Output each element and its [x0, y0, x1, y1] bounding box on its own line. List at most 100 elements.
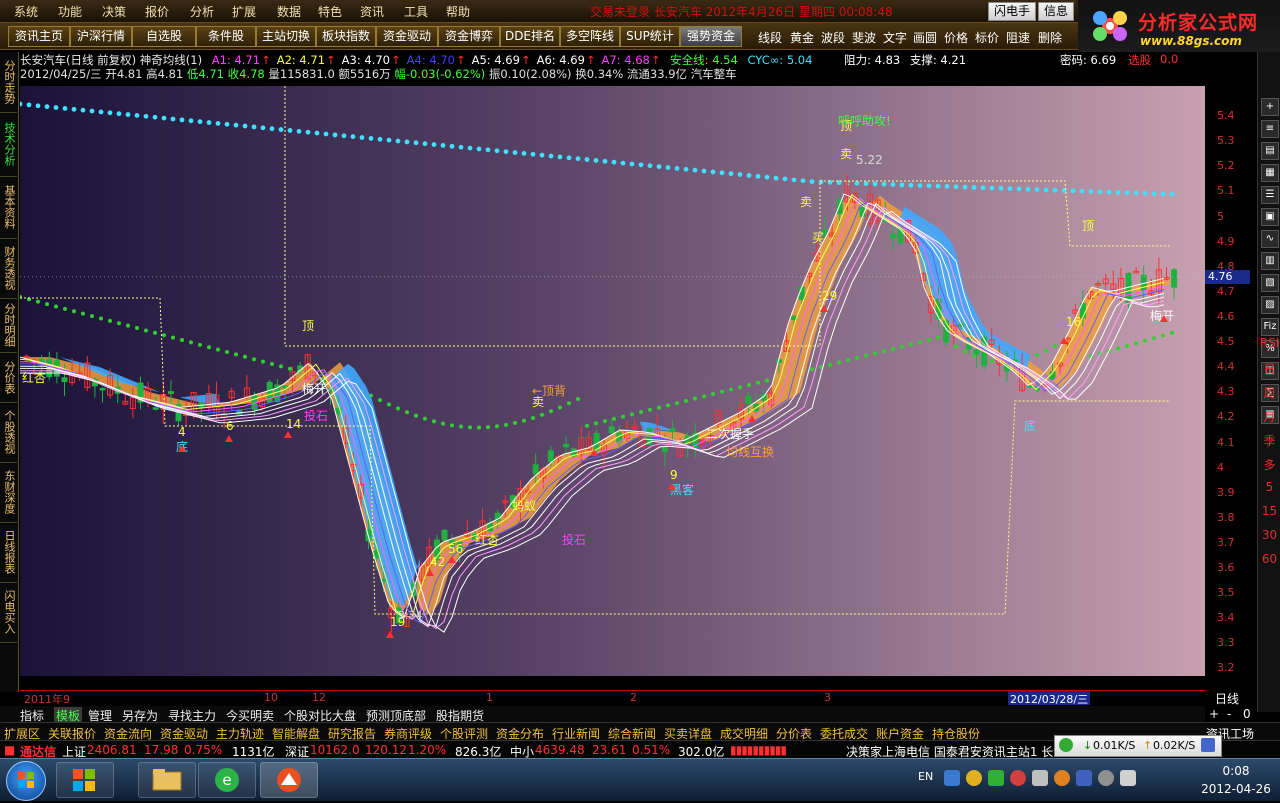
cyc-dot: [647, 163, 653, 169]
candlestick-chart[interactable]: 红杏底顶梅开投石←顶背卖红杏蚂蚁二次握手均线互换黑客顶卖5.22卖买投石顶梅开底…: [20, 86, 1205, 676]
left-tab-9[interactable]: 闪电买入: [0, 582, 17, 643]
left-tab-1[interactable]: 技术分析: [0, 112, 17, 177]
menu-item-0[interactable]: 系统: [14, 3, 38, 20]
cyc-dot: [89, 108, 95, 114]
draw-tool-0[interactable]: 线段: [758, 29, 782, 46]
toolbar-button-7[interactable]: 资金博弈: [438, 26, 500, 47]
toolbar-button-2[interactable]: 自选股: [132, 26, 196, 47]
draw-tool-3[interactable]: 斐波: [852, 29, 876, 46]
draw-tool-9[interactable]: 删除: [1038, 29, 1062, 46]
cyc-dot: [359, 135, 365, 140]
zoom-out-button[interactable]: -: [1227, 707, 1231, 721]
draw-tool-8[interactable]: 阻速: [1006, 29, 1030, 46]
volume-icon[interactable]: [1076, 770, 1092, 786]
left-tab-7[interactable]: 东财深度: [0, 462, 17, 523]
right-tool-4[interactable]: 季: [1259, 432, 1280, 449]
draw-tool-4[interactable]: 文字: [883, 29, 907, 46]
taskbar-app-trading[interactable]: [260, 762, 318, 798]
toolbar-button-6[interactable]: 资金驱动: [376, 26, 438, 47]
right-tool-icon-1[interactable]: ≡: [1261, 120, 1279, 138]
system-clock[interactable]: 0:08 2012-04-26: [1196, 764, 1276, 796]
chart-annotation-17: 投石: [562, 532, 586, 547]
right-tool-9[interactable]: 60: [1259, 552, 1280, 566]
left-tab-8[interactable]: 日线报表: [0, 522, 17, 583]
toolbar-button-11[interactable]: 强势资金: [680, 26, 742, 47]
menu-item-7[interactable]: 特色: [318, 3, 342, 20]
menu-item-1[interactable]: 功能: [58, 3, 82, 20]
info-button[interactable]: 信息: [1038, 2, 1075, 21]
flash-trade-button[interactable]: 闪电手: [988, 2, 1037, 21]
draw-tool-2[interactable]: 波段: [821, 29, 845, 46]
menu-item-2[interactable]: 决策: [102, 3, 126, 20]
safety-dot: [684, 398, 688, 403]
left-tab-3[interactable]: 财务透视: [0, 238, 17, 299]
zoom-in-button[interactable]: +: [1209, 707, 1219, 721]
add-icon[interactable]: [988, 770, 1004, 786]
left-tab-5[interactable]: 分价表: [0, 352, 17, 403]
ticker-bars-icon: ▮▮▮▮▮▮▮▮▮▮: [730, 743, 787, 757]
safety-dot: [765, 378, 769, 383]
taskbar-app-windows[interactable]: [56, 762, 114, 798]
taskbar-app-explorer[interactable]: [138, 762, 196, 798]
left-tab-0[interactable]: 分时走势: [0, 52, 17, 113]
left-tab-4[interactable]: 分时明细: [0, 298, 17, 353]
toolbar-button-8[interactable]: DDE排名: [500, 26, 560, 47]
cyc-dot: [908, 182, 914, 188]
right-tool-icon-4[interactable]: ☰: [1261, 186, 1279, 204]
draw-tool-7[interactable]: 标价: [975, 29, 999, 46]
right-tool-icon-7[interactable]: ▥: [1261, 252, 1279, 270]
toolbar-button-9[interactable]: 多空阵线: [560, 26, 620, 47]
tray-app-icon[interactable]: [966, 770, 982, 786]
right-tool-0[interactable]: RSI: [1259, 336, 1280, 350]
draw-tool-6[interactable]: 价格: [944, 29, 968, 46]
right-tool-3[interactable]: 月: [1259, 408, 1280, 425]
draw-tool-1[interactable]: 黄金: [790, 29, 814, 46]
start-button[interactable]: [6, 761, 46, 801]
toolbar-button-3[interactable]: 条件股: [196, 26, 256, 47]
quote-turnover: 换0.34%: [575, 67, 624, 81]
network-tray-icon[interactable]: [1032, 770, 1048, 786]
right-tool-icon-3[interactable]: ▦: [1261, 164, 1279, 182]
right-tool-7[interactable]: 15: [1259, 504, 1280, 518]
antivirus-icon[interactable]: [1010, 770, 1026, 786]
browser-e-icon: e: [215, 768, 239, 792]
menu-item-9[interactable]: 工具: [404, 3, 428, 20]
toolbar-button-5[interactable]: 板块指数: [316, 26, 376, 47]
right-tool-icon-5[interactable]: ▣: [1261, 208, 1279, 226]
help-icon[interactable]: [944, 770, 960, 786]
price-tick-0: 5.4: [1217, 109, 1235, 123]
right-tool-icon-0[interactable]: +: [1261, 98, 1279, 116]
menu-item-4[interactable]: 分析: [190, 3, 214, 20]
right-tool-icon-6[interactable]: ∿: [1261, 230, 1279, 248]
right-tool-2[interactable]: 周: [1259, 384, 1280, 401]
menu-item-3[interactable]: 报价: [145, 3, 169, 20]
toolbar-button-4[interactable]: 主站切换: [256, 26, 316, 47]
left-tab-2[interactable]: 基本资料: [0, 176, 17, 239]
taskbar-app-browser[interactable]: e: [198, 762, 256, 798]
toolbar-button-0[interactable]: 资讯主页: [8, 26, 70, 47]
right-tool-6[interactable]: 5: [1259, 480, 1280, 494]
right-tool-icon-2[interactable]: ▤: [1261, 142, 1279, 160]
right-tool-icon-8[interactable]: ▧: [1261, 274, 1279, 292]
menu-item-5[interactable]: 扩展: [232, 3, 256, 20]
right-tool-1[interactable]: 日: [1259, 360, 1280, 377]
menu-item-10[interactable]: 帮助: [446, 3, 470, 20]
ma-label-5: A5: 4.69: [471, 53, 520, 67]
period-label[interactable]: 日线: [1215, 690, 1239, 707]
star-icon[interactable]: [1054, 770, 1070, 786]
right-tool-icon-9[interactable]: ▨: [1261, 296, 1279, 314]
menu-item-8[interactable]: 资讯: [360, 3, 384, 20]
draw-tool-5[interactable]: 画圆: [913, 29, 937, 46]
trading-app-icon: [277, 768, 301, 792]
toolbar-button-1[interactable]: 沪深行情: [70, 26, 132, 47]
right-tool-icon-10[interactable]: Fiz: [1261, 318, 1279, 336]
left-tab-6[interactable]: 个股透视: [0, 402, 17, 463]
flag-icon[interactable]: [1098, 770, 1114, 786]
toolbar-button-10[interactable]: SUP统计: [620, 26, 680, 47]
gamepad-icon[interactable]: [1201, 738, 1215, 752]
right-tool-5[interactable]: 多: [1259, 456, 1280, 473]
menu-item-6[interactable]: 数据: [277, 3, 301, 20]
right-tool-8[interactable]: 30: [1259, 528, 1280, 542]
power-icon[interactable]: [1120, 770, 1136, 786]
input-language[interactable]: EN: [918, 770, 933, 783]
